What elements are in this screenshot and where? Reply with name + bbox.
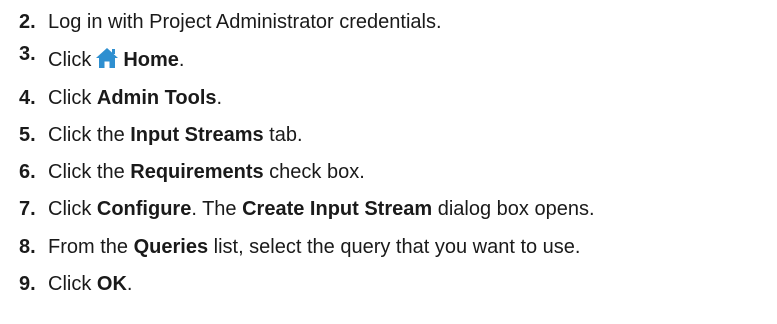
step-text: Click the <box>48 161 131 183</box>
step-number: 9. <box>19 273 36 295</box>
step-number: 6. <box>19 161 36 183</box>
step-text: Click <box>48 273 97 295</box>
step-8: 8. From the Queries list, select the quer… <box>19 231 580 263</box>
configure-label: Configure <box>96 198 192 220</box>
admin-tools-label: Admin Tools <box>96 87 217 109</box>
step-9: 9. Click OK. <box>19 268 132 300</box>
step-2: 2. Log in with Project Administrator cred… <box>19 6 442 38</box>
requirements-label: Requirements <box>130 161 264 183</box>
step-text: Click <box>48 198 97 220</box>
step-text: . The <box>191 198 243 220</box>
step-number: 2. <box>19 11 36 33</box>
input-streams-label: Input Streams <box>130 124 264 146</box>
step-text: Click <box>48 87 97 109</box>
step-text: . <box>216 87 223 109</box>
create-input-stream-label: Create Input Stream <box>242 198 433 220</box>
step-6: 6. Click the Requirements check box. <box>19 156 365 188</box>
step-text: . <box>126 273 133 295</box>
step-text: list, select the query that you want to … <box>208 236 581 258</box>
step-text: Click the <box>48 124 131 146</box>
home-icon <box>95 47 119 69</box>
step-text: Log in with Project Administrator creden… <box>48 11 442 33</box>
step-7: 7. Click Configure. The Create Input Stre… <box>19 193 595 225</box>
step-4: 4. Click Admin Tools. <box>19 82 222 114</box>
step-number: 4. <box>19 87 36 109</box>
step-number: 3. <box>19 43 36 65</box>
queries-label: Queries <box>133 236 209 258</box>
step-text: Click <box>48 49 92 71</box>
step-text: dialog box opens. <box>432 198 595 220</box>
step-text: check box. <box>263 161 365 183</box>
ok-label: OK <box>96 273 127 295</box>
step-number: 7. <box>19 198 36 220</box>
step-3: 3. Click Home. <box>19 43 185 76</box>
step-5: 5. Click the Input Streams tab. <box>19 119 303 151</box>
step-number: 5. <box>19 124 36 146</box>
step-number: 8. <box>19 236 36 258</box>
step-text: From the <box>48 236 134 258</box>
home-label: Home <box>123 49 179 71</box>
step-text: . <box>178 49 185 71</box>
step-text: tab. <box>263 124 303 146</box>
